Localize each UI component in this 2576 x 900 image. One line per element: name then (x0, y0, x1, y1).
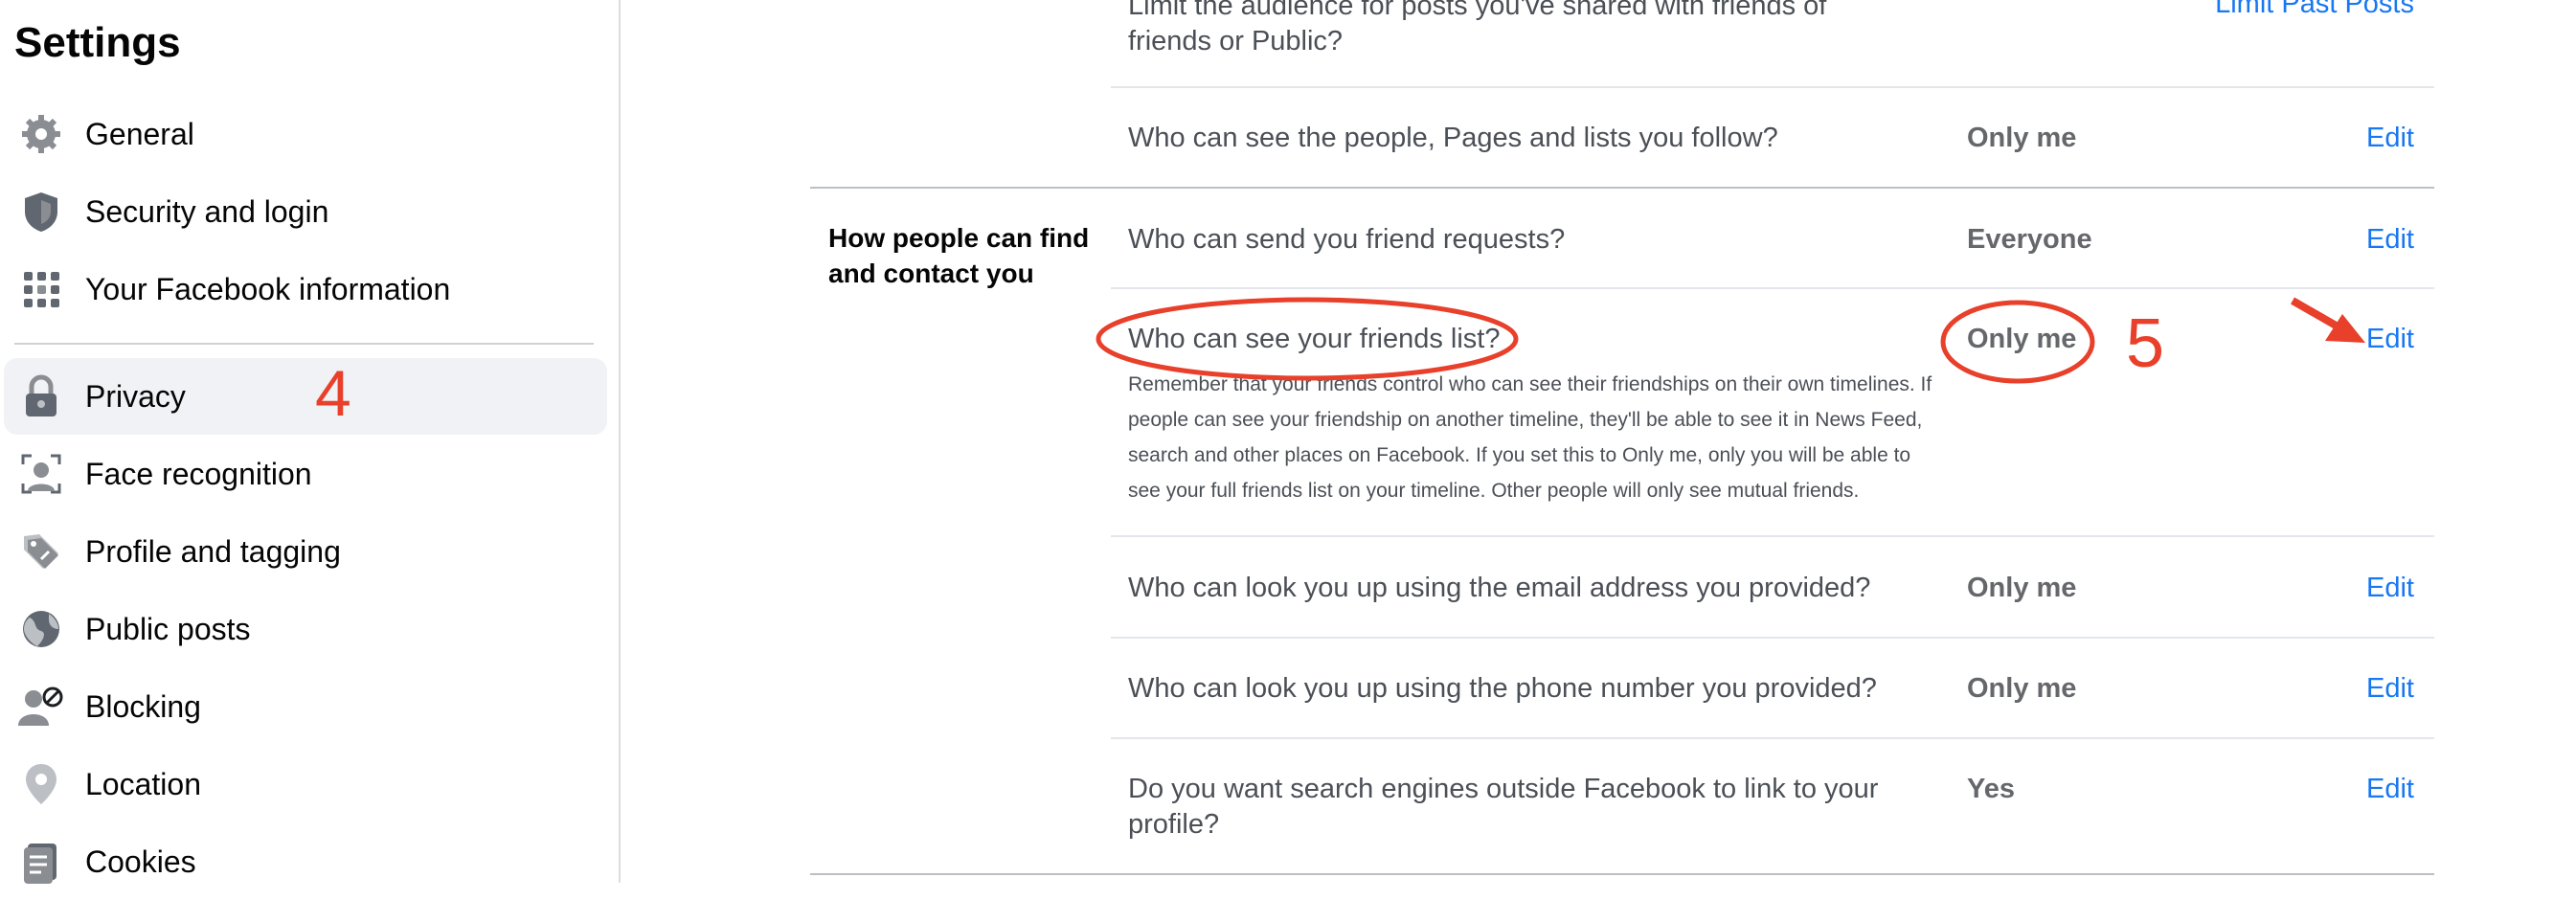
annotation-circle-value (1940, 300, 2095, 384)
annotation-circle-question (1096, 297, 1519, 381)
annotation-overlay (1096, 297, 2365, 384)
annotation-step-5: 5 (2126, 305, 2165, 382)
annotation-arrow-icon (2291, 297, 2365, 343)
